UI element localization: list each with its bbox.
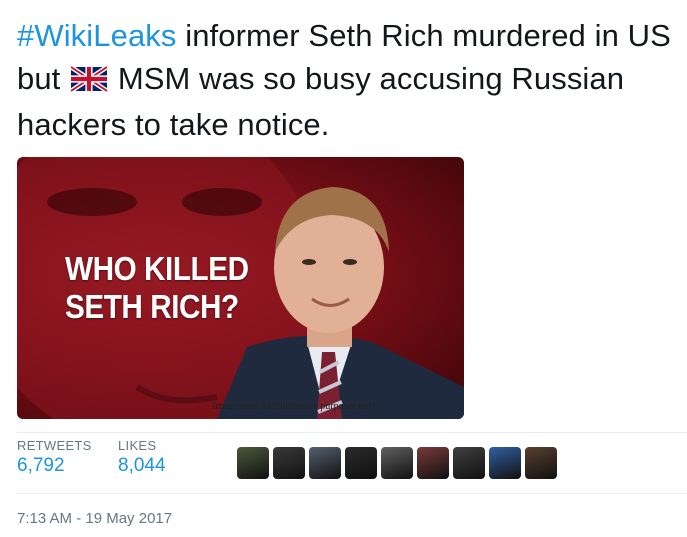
tweet-text-part2: MSM was so busy accusing Russian hackers… xyxy=(17,61,625,142)
avatar-9[interactable] xyxy=(525,447,557,479)
media-headline: WHO KILLED SETH RICH? xyxy=(65,250,249,326)
likes-count: 8,044 xyxy=(118,455,166,476)
media-disclaimer: Image used for illustration purposes onl… xyxy=(212,401,377,412)
avatar-6[interactable] xyxy=(417,447,449,479)
tweet-timestamp[interactable]: 7:13 AM - 19 May 2017 xyxy=(17,510,172,527)
avatar-1[interactable] xyxy=(237,447,269,479)
likes-label: LIKES xyxy=(118,438,157,453)
divider-top xyxy=(17,432,687,433)
retweets-label: RETWEETS xyxy=(17,438,92,453)
uk-flag-icon xyxy=(69,60,109,103)
avatar-8[interactable] xyxy=(489,447,521,479)
retweets-count: 6,792 xyxy=(17,455,65,476)
avatar-7[interactable] xyxy=(453,447,485,479)
headline-line-2: SETH RICH? xyxy=(65,288,239,325)
headline-line-1: WHO KILLED xyxy=(65,250,249,287)
avatar-3[interactable] xyxy=(309,447,341,479)
avatar-5[interactable] xyxy=(381,447,413,479)
avatar-4[interactable] xyxy=(345,447,377,479)
likes-stat[interactable]: LIKES 8,044 xyxy=(118,438,166,477)
avatar-2[interactable] xyxy=(273,447,305,479)
tweet-media-image[interactable]: WHO KILLED SETH RICH? Image used for ill… xyxy=(17,157,464,419)
hashtag-link[interactable]: #WikiLeaks xyxy=(17,18,177,53)
retweets-stat[interactable]: RETWEETS 6,792 xyxy=(17,438,92,477)
tweet-text: #WikiLeaks informer Seth Rich murdered i… xyxy=(17,14,682,146)
divider-bottom xyxy=(17,493,687,494)
